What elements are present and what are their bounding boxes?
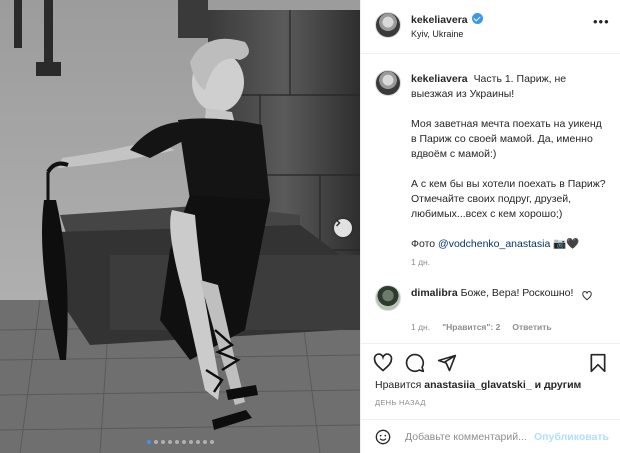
carousel-dot <box>153 440 158 444</box>
photo-image <box>0 0 360 453</box>
verified-icon <box>472 13 483 24</box>
header-username[interactable]: kekeliavera <box>411 14 468 26</box>
likes-others-link[interactable]: и другим <box>532 379 582 391</box>
add-comment-form: Опубликовать <box>361 419 620 453</box>
carousel-dot <box>188 440 193 444</box>
bookmark-icon[interactable] <box>589 353 607 373</box>
caption-username[interactable]: kekeliavera <box>411 73 468 85</box>
carousel-dot <box>174 440 179 444</box>
publish-button[interactable]: Опубликовать <box>534 431 609 443</box>
carousel-dot <box>146 440 151 444</box>
caption-avatar[interactable] <box>375 70 401 96</box>
caption-time: 1 дн. <box>411 257 431 267</box>
action-bar <box>361 343 620 379</box>
comment: dimalibra Боже, Вера! Роскошно! <box>411 286 586 301</box>
likes-summary: Нравится anastasiia_glavatski_ и другим <box>375 379 581 391</box>
carousel-next-button[interactable] <box>334 219 352 237</box>
post-photo[interactable] <box>0 0 360 453</box>
post-caption: kekeliavera Часть 1. Париж, не выезжая и… <box>411 72 609 267</box>
avatar[interactable] <box>375 12 401 38</box>
chevron-right-icon <box>336 219 341 227</box>
likes-suffix: и другим <box>531 379 582 391</box>
comment-heart-icon[interactable] <box>582 291 592 301</box>
comment-text: Боже, Вера! Роскошно! <box>460 287 574 299</box>
comment-time: 1 дн. <box>411 322 431 332</box>
post-date: ДЕНЬ НАЗАД <box>375 398 426 407</box>
carousel-dot <box>167 440 172 444</box>
comment-likes-link[interactable]: "Нравится": 2 <box>442 322 500 332</box>
carousel-dot <box>209 440 214 444</box>
share-icon[interactable] <box>437 353 457 373</box>
location-link[interactable]: Kyiv, Ukraine <box>411 29 463 39</box>
caption-line-2: Моя заветная мечта поехать на уикенд в П… <box>411 118 602 160</box>
emoji-icon[interactable] <box>375 429 391 445</box>
carousel-dot <box>181 440 186 444</box>
comment-meta: 1 дн. "Нравится": 2 Ответить <box>411 322 552 332</box>
comment-icon[interactable] <box>405 353 425 373</box>
carousel-dot <box>202 440 207 444</box>
heart-icon[interactable] <box>373 353 393 373</box>
caption-emoji: 📷🖤 <box>553 238 580 250</box>
comment-reply-button[interactable]: Ответить <box>512 322 551 332</box>
comment-avatar[interactable] <box>375 285 401 311</box>
carousel-dot <box>195 440 200 444</box>
photographer-link[interactable]: @vodchenko_anastasia <box>438 238 550 250</box>
likes-user-link[interactable]: anastasiia_glavatski_ <box>424 379 531 391</box>
post-header: kekeliavera Kyiv, Ukraine ••• <box>361 0 620 54</box>
caption-line-3: А с кем бы вы хотели поехать в Париж? От… <box>411 178 606 220</box>
likes-prefix: Нравится <box>375 379 425 391</box>
caption-credit-prefix: Фото <box>411 238 439 250</box>
post-side-panel: kekeliavera Kyiv, Ukraine ••• kekeliaver… <box>360 0 620 453</box>
comment-username[interactable]: dimalibra <box>411 287 458 299</box>
carousel-dot <box>160 440 165 444</box>
carousel-dots <box>0 440 360 444</box>
more-icon[interactable]: ••• <box>593 15 610 28</box>
